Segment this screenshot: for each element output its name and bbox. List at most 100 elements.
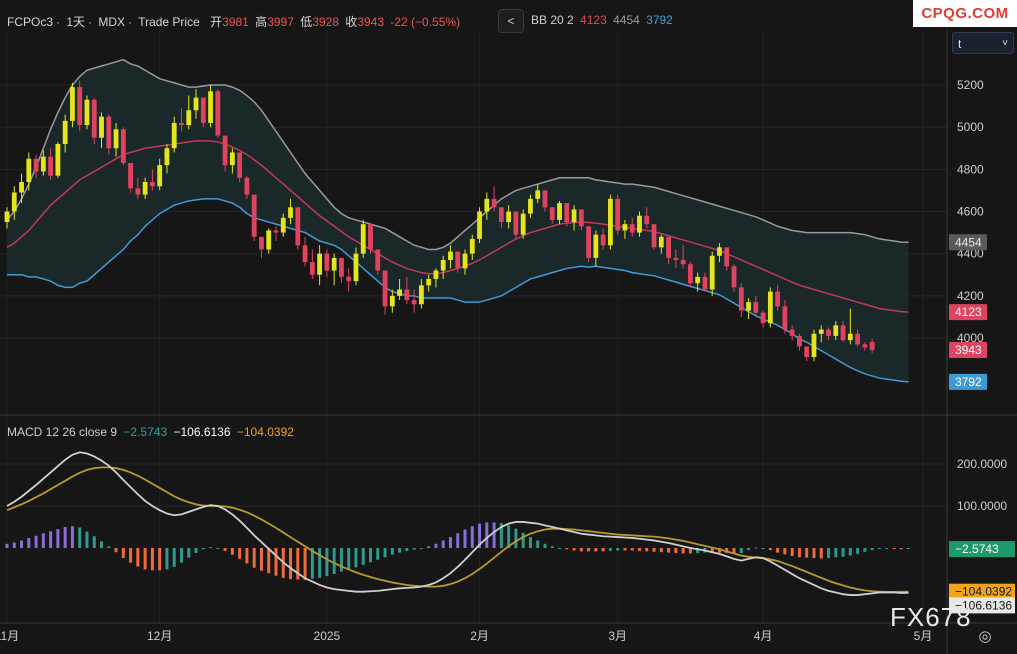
macd-histogram-bar: [361, 548, 365, 565]
macd-histogram-bar: [456, 533, 460, 548]
candle-body: [644, 215, 650, 225]
macd-histogram-bar: [783, 548, 787, 555]
macd-histogram-bar: [521, 532, 525, 548]
macd-label: MACD 12 26 close 9: [7, 425, 118, 439]
price-tick-label-5: 5000: [957, 120, 984, 134]
separator-1: ·: [56, 15, 61, 29]
candle-body: [324, 253, 330, 271]
symbol-name[interactable]: FCPOc3: [7, 15, 53, 29]
macd-histogram-bar: [318, 548, 322, 578]
candle-body: [353, 253, 359, 282]
price-tick-label-1: 4200: [957, 289, 984, 303]
macd-histogram-bar: [805, 548, 809, 558]
gear-icon[interactable]: ◎: [975, 627, 995, 647]
candle-body: [215, 91, 221, 136]
bb-label: BB 20 2: [531, 13, 574, 27]
macd-histogram-bar: [172, 548, 176, 567]
chart-canvas[interactable]: 4000420044004600480050005200100.0000200.…: [0, 0, 1017, 654]
timeframe-value: t: [958, 37, 962, 51]
macd-histogram-bar: [899, 548, 903, 550]
macd-histogram-bar: [674, 548, 678, 554]
candle-body: [789, 329, 795, 336]
candle-body: [687, 264, 693, 284]
candle-body: [4, 211, 10, 223]
candle-body: [346, 276, 352, 282]
macd-histogram-bar: [623, 548, 627, 551]
candle-body: [70, 87, 75, 121]
open-value: 3981: [222, 15, 249, 29]
candle-body: [142, 181, 148, 195]
interval-label[interactable]: 1天: [66, 15, 85, 29]
macd-legend[interactable]: MACD 12 26 close 9 −2.5743 −106.6136 −10…: [7, 425, 297, 439]
candle-body: [99, 116, 104, 138]
timeframe-select[interactable]: t ˅: [952, 32, 1014, 54]
macd-histogram-bar: [485, 522, 489, 548]
candle-body: [738, 287, 744, 311]
candle-body: [491, 198, 497, 208]
macd-histogram-bar: [419, 548, 423, 549]
candle-body: [317, 253, 323, 275]
macd-histogram-bar: [390, 548, 394, 555]
time-tick-label-0: 11月: [0, 629, 19, 643]
candle-body: [775, 291, 781, 307]
macd-histogram-bar: [827, 548, 831, 559]
close-price-tag: 3943: [955, 343, 982, 357]
macd-histogram-bar: [630, 548, 634, 551]
macd-histogram-bar: [790, 548, 794, 556]
time-tick-label-4: 3月: [608, 629, 627, 643]
macd-histogram-bar: [194, 548, 198, 554]
candle-body: [608, 198, 613, 246]
macd-histogram-bar: [587, 548, 591, 552]
macd-histogram-bar: [892, 548, 896, 549]
collapse-legend-button[interactable]: <: [498, 9, 524, 33]
macd-histogram-bar: [310, 548, 314, 579]
macd-histogram-bar: [398, 548, 402, 553]
macd-histogram-bar: [267, 548, 271, 574]
price-type-label: Trade Price: [138, 15, 200, 29]
candle-body: [818, 329, 824, 334]
candle-body: [113, 129, 119, 149]
macd-histogram-bar: [514, 528, 518, 548]
macd-histogram-bar: [594, 548, 598, 552]
candle-body: [811, 333, 817, 357]
candle-body: [724, 247, 730, 267]
macd-histogram-bar: [223, 548, 227, 551]
macd-histogram-bar: [412, 548, 416, 550]
candle-body: [753, 302, 759, 313]
candle-body: [578, 209, 584, 227]
candle-body: [19, 181, 24, 193]
macd-histogram-bar: [441, 540, 445, 548]
macd-histogram-bar: [565, 548, 569, 550]
candle-body: [571, 209, 577, 223]
candle-body: [150, 181, 155, 187]
candle-body: [717, 247, 722, 256]
bb-legend[interactable]: BB 20 2 4123 4454 3792: [531, 13, 676, 27]
candle-body: [339, 257, 344, 277]
candle-body: [455, 251, 461, 269]
close-label: 收: [345, 15, 358, 29]
macd-histogram-bar: [667, 548, 671, 553]
candle-body: [833, 325, 839, 336]
macd-histogram-bar: [92, 536, 96, 548]
candle-body: [520, 213, 526, 235]
macd-hist-tag: −2.5743: [955, 542, 999, 556]
macd-histogram-bar: [165, 548, 169, 570]
candle-body: [484, 198, 490, 212]
bb-mid-tag: 4123: [955, 305, 982, 319]
macd-histogram-bar: [274, 548, 278, 576]
macd-histogram-bar: [841, 548, 845, 557]
macd-histogram-bar: [245, 548, 249, 564]
macd-histogram-bar: [100, 541, 104, 548]
price-tick-label-3: 4600: [957, 205, 984, 219]
macd-histogram-bar: [41, 533, 45, 548]
candle-body: [542, 190, 548, 208]
macd-histogram-bar: [637, 548, 641, 551]
candle-body: [40, 156, 46, 172]
candle-body: [91, 99, 97, 138]
candle-body: [229, 152, 235, 166]
candle-body: [615, 198, 621, 231]
price-tick-label-4: 4800: [957, 162, 984, 176]
candle-body: [448, 251, 453, 260]
candle-body: [302, 245, 308, 263]
candle-body: [433, 270, 439, 279]
